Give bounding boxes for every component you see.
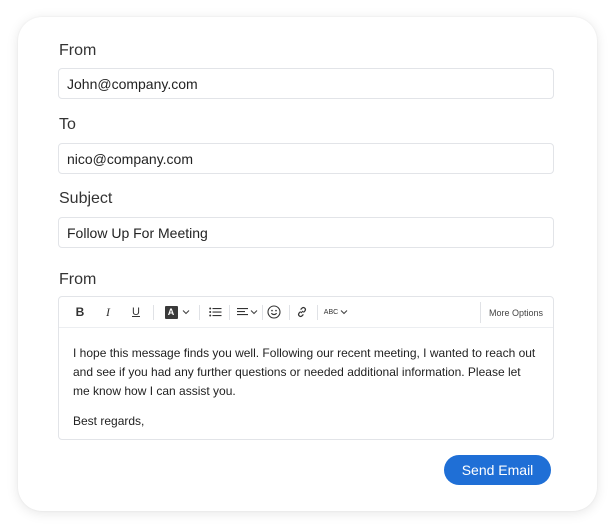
from-field[interactable] <box>58 68 554 99</box>
bulleted-list-button[interactable] <box>204 297 226 327</box>
toolbar-divider <box>153 305 154 320</box>
chevron-down-icon <box>340 310 348 315</box>
bold-icon: B <box>75 305 85 319</box>
toolbar-divider <box>199 305 200 320</box>
send-email-button[interactable]: Send Email <box>444 455 551 485</box>
italic-button[interactable]: I <box>97 297 119 327</box>
align-button[interactable] <box>233 297 261 327</box>
message-body[interactable]: I hope this message finds you well. Foll… <box>59 328 553 431</box>
more-options-label: More Options <box>488 307 543 318</box>
text-color-icon: A <box>164 305 178 319</box>
message-label: From <box>59 271 97 288</box>
emoji-icon <box>267 305 281 319</box>
underline-icon: U <box>132 306 140 318</box>
emoji-button[interactable] <box>262 297 286 327</box>
to-field[interactable] <box>58 143 554 174</box>
chevron-down-icon <box>250 310 257 315</box>
italic-icon: I <box>106 304 110 319</box>
message-closing: Best regards, <box>73 414 145 428</box>
subject-field[interactable] <box>58 217 554 248</box>
subject-label: Subject <box>59 190 113 207</box>
chevron-down-icon <box>182 310 189 315</box>
more-options-button[interactable]: More Options <box>479 302 553 323</box>
toolbar-divider <box>229 305 230 320</box>
spellcheck-button[interactable]: ABC <box>321 297 351 327</box>
toolbar-divider <box>289 305 290 320</box>
toolbar-divider <box>317 305 318 320</box>
underline-button[interactable]: U <box>125 297 147 327</box>
align-icon <box>236 308 248 316</box>
bulleted-list-icon <box>208 307 221 317</box>
link-button[interactable] <box>291 297 313 327</box>
text-color-button[interactable]: A <box>161 297 193 327</box>
spellcheck-icon: ABC <box>323 308 339 316</box>
message-editor[interactable]: B I U A ABC More Options I hope this mes… <box>58 296 554 440</box>
to-label: To <box>59 116 76 133</box>
bold-button[interactable]: B <box>69 297 91 327</box>
from-label: From <box>59 42 97 59</box>
email-compose-card: From To Subject From B I U A <box>18 17 597 511</box>
editor-toolbar: B I U A ABC More Options <box>59 297 553 328</box>
message-paragraph: I hope this message finds you well. Foll… <box>73 346 536 398</box>
link-icon <box>298 307 306 317</box>
